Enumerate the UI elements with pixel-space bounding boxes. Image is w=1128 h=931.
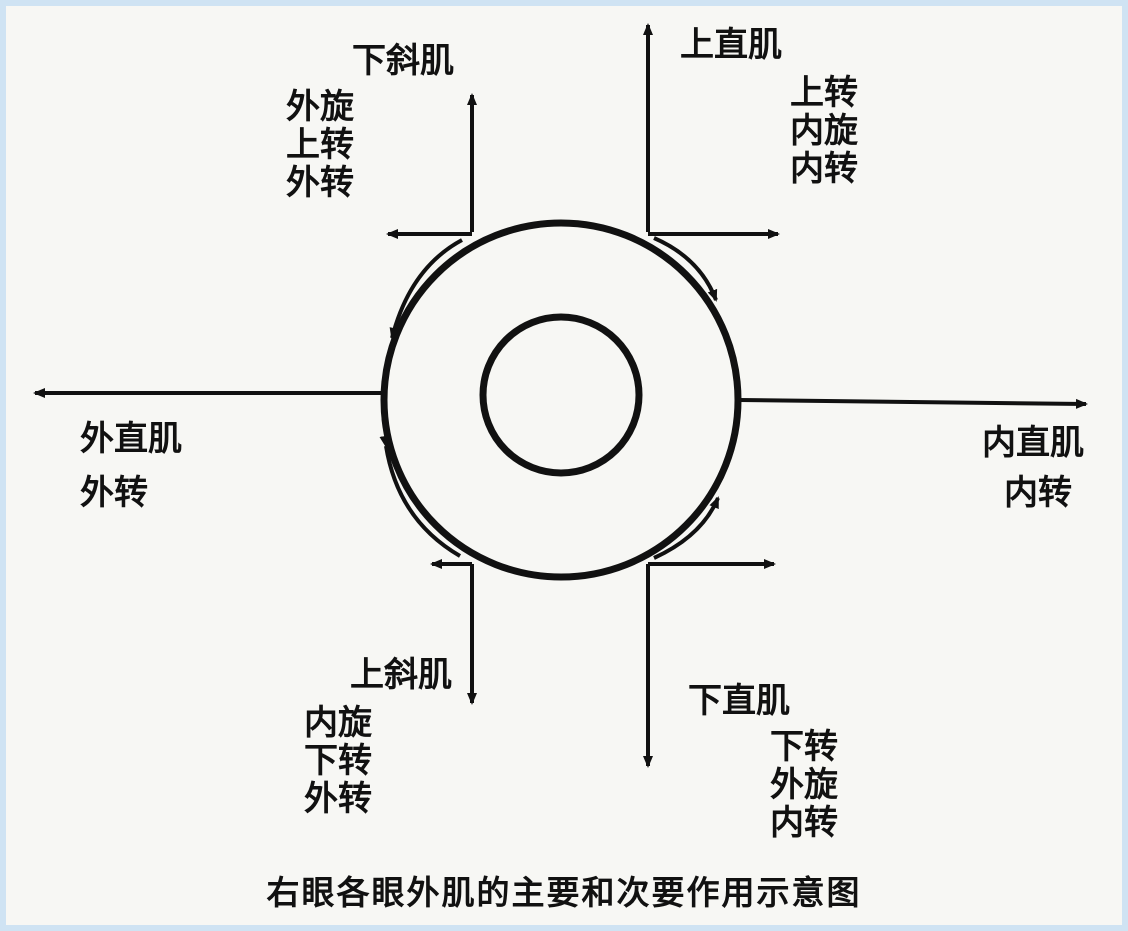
- superior-oblique-actions: 内旋 下转 外转: [304, 704, 372, 818]
- medial-rectus-arrow: [739, 398, 1088, 409]
- inferior-oblique-name: 下斜肌: [352, 41, 454, 81]
- superior-oblique-action-3: 外转: [304, 779, 372, 819]
- superior-rectus-name: 上直肌: [680, 25, 782, 65]
- eye-muscle-diagram: [33, 23, 1088, 768]
- inferior-rectus-name: 下直肌: [688, 681, 790, 721]
- eyeball-outer-circle: [380, 219, 742, 581]
- superior-rectus-action-3: 内转: [790, 149, 858, 189]
- inferior-rectus-actions: 下转 外旋 内转: [770, 728, 838, 842]
- inferior-oblique-action-3: 外转: [286, 163, 354, 203]
- medial-rectus-name: 内直肌: [982, 423, 1084, 463]
- inferior-oblique-actions: 外旋 上转 外转: [286, 88, 354, 202]
- inferior-rectus-action-2: 外旋: [770, 765, 838, 805]
- superior-oblique-name: 上斜肌: [350, 655, 452, 695]
- inferior-oblique-action-2: 上转: [286, 125, 354, 165]
- superior-rectus-action-1: 上转: [790, 73, 858, 113]
- superior-oblique-action-1: 内旋: [304, 703, 372, 743]
- inferior-oblique-action-1: 外旋: [286, 87, 354, 127]
- inferior-rectus-action-1: 下转: [770, 727, 838, 767]
- pupil-circle: [479, 313, 643, 477]
- inferior-rectus-action-3: 内转: [770, 803, 838, 843]
- superior-rectus-actions: 上转 内旋 内转: [790, 74, 858, 188]
- superior-rectus-action-2: 内旋: [790, 111, 858, 151]
- diagram-caption: 右眼各眼外肌的主要和次要作用示意图: [266, 873, 862, 912]
- medial-rectus-action-1: 内转: [1004, 473, 1072, 513]
- lateral-rectus-name: 外直肌: [80, 419, 182, 459]
- superior-oblique-action-2: 下转: [304, 741, 372, 781]
- lateral-rectus-action-1: 外转: [80, 473, 148, 513]
